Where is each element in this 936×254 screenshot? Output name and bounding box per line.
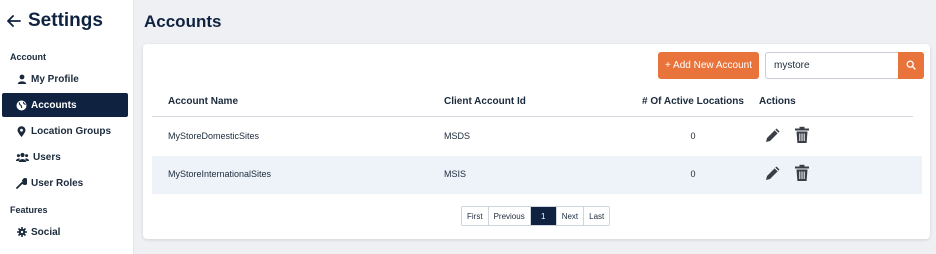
sidebar-item-accounts[interactable]: Accounts: [2, 93, 128, 117]
delete-button[interactable]: [792, 164, 812, 187]
edit-button[interactable]: [763, 165, 783, 185]
search-input[interactable]: [765, 52, 898, 79]
column-header-active-locations[interactable]: # Of Active Locations: [642, 96, 744, 107]
sidebar-item-my-profile[interactable]: My Profile: [2, 67, 128, 91]
map-pin-icon: [16, 125, 27, 137]
pagination-first[interactable]: First: [462, 207, 489, 225]
sidebar-item-label: Social: [31, 226, 61, 238]
sidebar-item-users[interactable]: Users: [2, 145, 128, 169]
account-name-cell: MyStoreDomesticSites: [168, 131, 260, 141]
table-row: MyStoreInternationalSites MSIS 0: [152, 156, 922, 194]
pagination: First Previous 1 Next Last: [461, 206, 611, 226]
section-account-label: Account: [10, 52, 46, 62]
search-bar: [765, 52, 924, 79]
user-icon: [16, 74, 27, 85]
users-icon: [16, 152, 29, 163]
column-header-client-account-id[interactable]: Client Account Id: [444, 96, 526, 107]
sidebar-item-user-roles[interactable]: User Roles: [2, 171, 128, 195]
table-row: MyStoreDomesticSites MSDS 0: [152, 118, 922, 156]
search-icon: [906, 58, 916, 73]
add-new-account-button[interactable]: + Add New Account: [658, 52, 759, 79]
sidebar-header: Settings: [6, 10, 103, 32]
pagination-page-current[interactable]: 1: [530, 207, 557, 225]
arrow-left-icon[interactable]: [6, 13, 22, 29]
pencil-icon: [764, 164, 782, 187]
sidebar-item-location-groups[interactable]: Location Groups: [2, 119, 128, 143]
table-header: Account Name Client Account Id # Of Acti…: [152, 89, 913, 117]
wrench-icon: [16, 177, 27, 189]
section-features-label: Features: [10, 205, 48, 215]
sidebar-item-social[interactable]: Social: [2, 220, 128, 244]
active-locations-cell: 0: [690, 131, 696, 141]
column-header-actions: Actions: [759, 96, 796, 107]
delete-button[interactable]: [792, 126, 812, 149]
sidebar: Settings Account My Profile Accounts Loc…: [0, 0, 134, 254]
trash-icon: [794, 164, 810, 187]
sidebar-item-label: Users: [33, 151, 61, 163]
pagination-last[interactable]: Last: [584, 207, 610, 225]
active-locations-cell: 0: [690, 169, 696, 179]
trash-icon: [794, 126, 810, 149]
pencil-icon: [764, 126, 782, 149]
client-account-id-cell: MSIS: [444, 169, 467, 179]
sidebar-item-label: My Profile: [31, 73, 79, 85]
globe-icon: [16, 100, 27, 111]
pagination-next[interactable]: Next: [556, 207, 585, 225]
settings-title: Settings: [28, 10, 103, 31]
account-name-cell: MyStoreInternationalSites: [168, 169, 272, 179]
sidebar-item-label: Location Groups: [31, 125, 111, 137]
search-button[interactable]: [898, 52, 924, 79]
page-title: Accounts: [144, 12, 222, 31]
column-header-account-name[interactable]: Account Name: [168, 96, 238, 107]
client-account-id-cell: MSDS: [444, 131, 471, 141]
accounts-card: + Add New Account Account Name Client Ac…: [143, 44, 930, 239]
pagination-previous[interactable]: Previous: [488, 207, 531, 225]
gear-icon: [16, 227, 27, 238]
sidebar-item-label: User Roles: [31, 177, 84, 189]
edit-button[interactable]: [763, 127, 783, 147]
sidebar-item-label: Accounts: [31, 99, 77, 111]
